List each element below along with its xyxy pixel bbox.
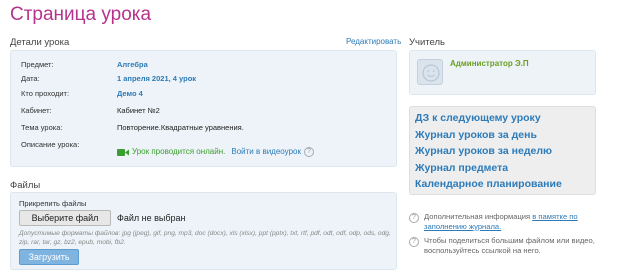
- attach-files-label: Прикрепить файлы: [19, 199, 87, 208]
- help-icon[interactable]: ?: [303, 147, 314, 157]
- teacher-section-title: Учитель: [409, 37, 445, 48]
- detail-row-class: Кто проходит: Демо 4: [21, 87, 393, 101]
- page-title: Страница урока: [10, 4, 152, 25]
- calendar-planning-link[interactable]: Календарное планирование: [415, 176, 590, 193]
- info-note-memo: ? Дополнительная информация в памятке по…: [409, 212, 609, 232]
- detail-row-date: Дата: 1 апреля 2021, 4 урок: [21, 72, 393, 86]
- video-camera-icon: [117, 148, 129, 157]
- files-panel: Прикрепить файлы Выберите файл Файл не в…: [10, 192, 397, 270]
- online-status: Урок проводится онлайн. Войти в видеоурок…: [117, 145, 314, 159]
- detail-label: Тема урока:: [21, 123, 63, 132]
- detail-row-room: Кабинет: Кабинет №2: [21, 104, 393, 118]
- quick-links-panel: ДЗ к следующему уроку Журнал уроков за д…: [409, 106, 596, 195]
- info-note-share: ? Чтобы поделиться большим файлом или ви…: [409, 236, 609, 256]
- detail-row-topic: Тема урока: Повторение.Квадратные уравне…: [21, 121, 393, 135]
- weekly-journal-link[interactable]: Журнал уроков за неделю: [415, 143, 590, 160]
- topic-value: Повторение.Квадратные уравнения.: [117, 123, 244, 132]
- detail-label: Кто проходит:: [21, 89, 70, 98]
- subject-link[interactable]: Алгебра: [117, 58, 148, 72]
- no-file-chosen-text: Файл не выбран: [117, 213, 186, 223]
- online-text: Урок проводится онлайн.: [132, 147, 226, 156]
- files-section-title: Файлы: [10, 180, 41, 191]
- date-link[interactable]: 1 апреля 2021, 4 урок: [117, 72, 196, 86]
- enter-video-lesson-link[interactable]: Войти в видеоурок: [231, 147, 301, 156]
- room-value: Кабинет №2: [117, 106, 160, 115]
- detail-label: Дата:: [21, 74, 40, 83]
- share-info-text: Чтобы поделиться большим файлом или виде…: [424, 236, 595, 255]
- class-link[interactable]: Демо 4: [117, 87, 143, 101]
- detail-label: Кабинет:: [21, 106, 52, 115]
- daily-journal-link[interactable]: Журнал уроков за день: [415, 127, 590, 144]
- teacher-name-link[interactable]: Администратор Э.П: [450, 59, 529, 68]
- detail-label: Предмет:: [21, 60, 54, 69]
- upload-button[interactable]: Загрузить: [19, 249, 79, 265]
- homework-next-lesson-link[interactable]: ДЗ к следующему уроку: [415, 110, 590, 127]
- help-icon: ?: [409, 237, 419, 247]
- subject-journal-link[interactable]: Журнал предмета: [415, 160, 590, 177]
- avatar: [417, 59, 443, 85]
- edit-link[interactable]: Редактировать: [346, 37, 401, 46]
- help-icon: ?: [409, 213, 419, 223]
- teacher-card: Администратор Э.П: [409, 50, 596, 95]
- lesson-details-panel: Предмет: Алгебра Дата: 1 апреля 2021, 4 …: [10, 50, 397, 167]
- info-note-text: Дополнительная информация в памятке по з…: [424, 212, 609, 232]
- online-row: Урок проводится онлайн. Войти в видеоурок…: [21, 145, 393, 159]
- allowed-formats-text: Допустимые форматы файлов: jpg (jpeg), g…: [19, 230, 391, 247]
- details-section-title: Детали урока: [10, 37, 70, 48]
- choose-file-button[interactable]: Выберите файл: [19, 210, 111, 226]
- info-text: Дополнительная информация: [424, 212, 533, 221]
- detail-row-subject: Предмет: Алгебра: [21, 58, 393, 72]
